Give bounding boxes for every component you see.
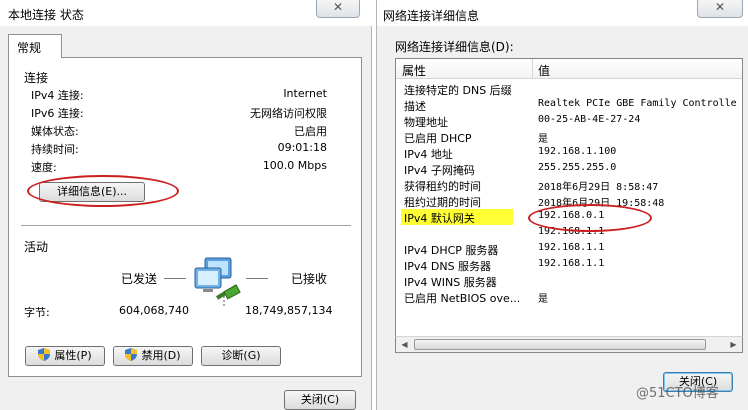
ipv4-connectivity-label: IPv4 连接: xyxy=(31,89,84,102)
scroll-left-icon[interactable]: ◀ xyxy=(396,337,413,352)
network-connection-details-dialog: 网络连接详细信息 ✕ 网络连接详细信息(D): 属性 值 连接特定的 DNS 后… xyxy=(376,0,748,410)
general-panel: 连接 IPv4 连接: Internet IPv6 连接: 无网络访问权限 媒体… xyxy=(8,57,362,377)
properties-button[interactable]: 属性(P) xyxy=(25,346,105,366)
bytes-received-value: 18,749,857,134 xyxy=(245,304,333,317)
column-header-value[interactable]: 值 xyxy=(538,62,550,79)
details-listview[interactable]: 属性 值 连接特定的 DNS 后缀 描述 Realtek PCIe GBE Fa… xyxy=(395,58,743,352)
column-separator[interactable] xyxy=(532,59,533,79)
section-divider xyxy=(21,225,351,226)
properties-button-label: 属性(P) xyxy=(54,349,92,362)
column-header-property[interactable]: 属性 xyxy=(402,62,426,79)
details-list-label: 网络连接详细信息(D): xyxy=(395,40,514,54)
row-value: 2018年6月29日 8:58:47 xyxy=(538,182,659,193)
row-property: IPv4 DNS 服务器 xyxy=(404,260,492,273)
row-value: 192.168.1.1 xyxy=(538,242,605,253)
uac-shield-icon xyxy=(125,348,138,361)
list-row-ipv4-address[interactable]: IPv4 地址 192.168.1.100 xyxy=(396,145,742,161)
right-close-icon[interactable]: ✕ xyxy=(697,0,743,18)
row-value: 2018年6月29日 19:58:48 xyxy=(538,198,665,209)
row-property: 物理地址 xyxy=(404,116,448,129)
horizontal-scrollbar[interactable]: ◀ ▶ xyxy=(395,336,743,353)
row-property: IPv4 DHCP 服务器 xyxy=(404,244,499,257)
row-property: 已启用 NetBIOS ove... xyxy=(404,292,521,305)
right-window-title: 网络连接详细信息 xyxy=(383,9,480,23)
left-close-icon[interactable]: ✕ xyxy=(316,0,360,18)
sent-label: 已发送 xyxy=(121,272,158,286)
row-property: IPv4 WINS 服务器 xyxy=(404,276,497,289)
list-row-dhcp-enabled[interactable]: 已启用 DHCP 是 xyxy=(396,129,742,145)
duration-value: 09:01:18 xyxy=(277,141,327,154)
right-titlebar: 网络连接详细信息 ✕ xyxy=(377,0,748,26)
row-value: 00-25-AB-4E-27-24 xyxy=(538,114,641,125)
left-titlebar: 本地连接 状态 ✕ xyxy=(0,0,372,26)
row-value: 是 xyxy=(538,134,548,145)
sent-line xyxy=(164,278,186,279)
row-property: IPv4 默认网关 xyxy=(404,212,475,225)
row-value: 192.168.1.100 xyxy=(538,146,617,157)
disable-button-label: 禁用(D) xyxy=(141,349,181,362)
row-value: 是 xyxy=(538,294,548,305)
watermark-text: @51CTO博客 xyxy=(636,386,719,401)
row-value: 192.168.1.1 xyxy=(538,226,605,237)
row-property: 获得租约的时间 xyxy=(404,180,481,193)
ipv4-connectivity-value: Internet xyxy=(283,87,327,100)
list-row-default-gateway[interactable]: IPv4 默认网关 192.168.0.1 xyxy=(396,209,742,225)
connection-heading: 连接 xyxy=(24,71,49,85)
row-property: IPv4 子网掩码 xyxy=(404,164,475,177)
ipv6-connectivity-value: 无网络访问权限 xyxy=(250,107,327,120)
row-property: 描述 xyxy=(404,100,426,113)
tab-general[interactable]: 常规 xyxy=(8,34,62,58)
list-row-description[interactable]: 描述 Realtek PCIe GBE Family Controlle xyxy=(396,97,742,113)
row-value: 255.255.255.0 xyxy=(538,162,617,173)
uac-shield-icon xyxy=(38,348,51,361)
bytes-sent-value: 604,068,740 xyxy=(119,304,189,317)
list-row-lease-obtained[interactable]: 获得租约的时间 2018年6月29日 8:58:47 xyxy=(396,177,742,193)
network-computers-icon xyxy=(194,257,241,306)
diagnose-button[interactable]: 诊断(G) xyxy=(201,346,281,366)
left-close-button[interactable]: 关闭(C) xyxy=(284,390,356,410)
speed-value: 100.0 Mbps xyxy=(262,159,327,172)
list-row-physical-address[interactable]: 物理地址 00-25-AB-4E-27-24 xyxy=(396,113,742,129)
speed-label: 速度: xyxy=(31,161,57,174)
details-button[interactable]: 详细信息(E)... xyxy=(39,182,145,202)
media-state-label: 媒体状态: xyxy=(31,125,79,138)
media-state-value: 已启用 xyxy=(294,125,327,138)
list-row-dhcp-server[interactable]: IPv4 DHCP 服务器 192.168.1.1 xyxy=(396,241,742,257)
row-value: 192.168.1.1 xyxy=(538,258,605,269)
disable-button[interactable]: 禁用(D) xyxy=(113,346,193,366)
row-value: 192.168.0.1 xyxy=(538,210,605,221)
scroll-right-icon[interactable]: ▶ xyxy=(725,337,742,352)
local-connection-status-dialog: 本地连接 状态 ✕ 常规 连接 IPv4 连接: Internet IPv6 连… xyxy=(0,0,372,410)
list-row-dns-suffix[interactable]: 连接特定的 DNS 后缀 xyxy=(396,81,742,97)
list-row-default-gateway-2[interactable]: 192.168.1.1 xyxy=(396,225,742,241)
bytes-label: 字节: xyxy=(24,306,50,319)
row-property: 租约过期的时间 xyxy=(404,196,481,209)
list-row-wins-server[interactable]: IPv4 WINS 服务器 xyxy=(396,273,742,289)
row-property: 连接特定的 DNS 后缀 xyxy=(404,84,512,97)
list-row-lease-expires[interactable]: 租约过期的时间 2018年6月29日 19:58:48 xyxy=(396,193,742,209)
received-label: 已接收 xyxy=(291,272,328,286)
list-row-dns-server[interactable]: IPv4 DNS 服务器 192.168.1.1 xyxy=(396,257,742,273)
list-row-netbios[interactable]: 已启用 NetBIOS ove... 是 xyxy=(396,289,742,305)
list-row-subnet-mask[interactable]: IPv4 子网掩码 255.255.255.0 xyxy=(396,161,742,177)
ipv6-connectivity-label: IPv6 连接: xyxy=(31,107,84,120)
list-header: 属性 值 xyxy=(396,59,742,79)
left-window-title: 本地连接 状态 xyxy=(8,8,84,22)
received-line xyxy=(246,278,268,279)
scrollbar-thumb[interactable] xyxy=(414,339,706,350)
activity-heading: 活动 xyxy=(24,240,49,254)
duration-label: 持续时间: xyxy=(31,143,79,156)
row-property: IPv4 地址 xyxy=(404,148,453,161)
row-value: Realtek PCIe GBE Family Controlle xyxy=(538,98,737,109)
row-property: 已启用 DHCP xyxy=(404,132,472,145)
